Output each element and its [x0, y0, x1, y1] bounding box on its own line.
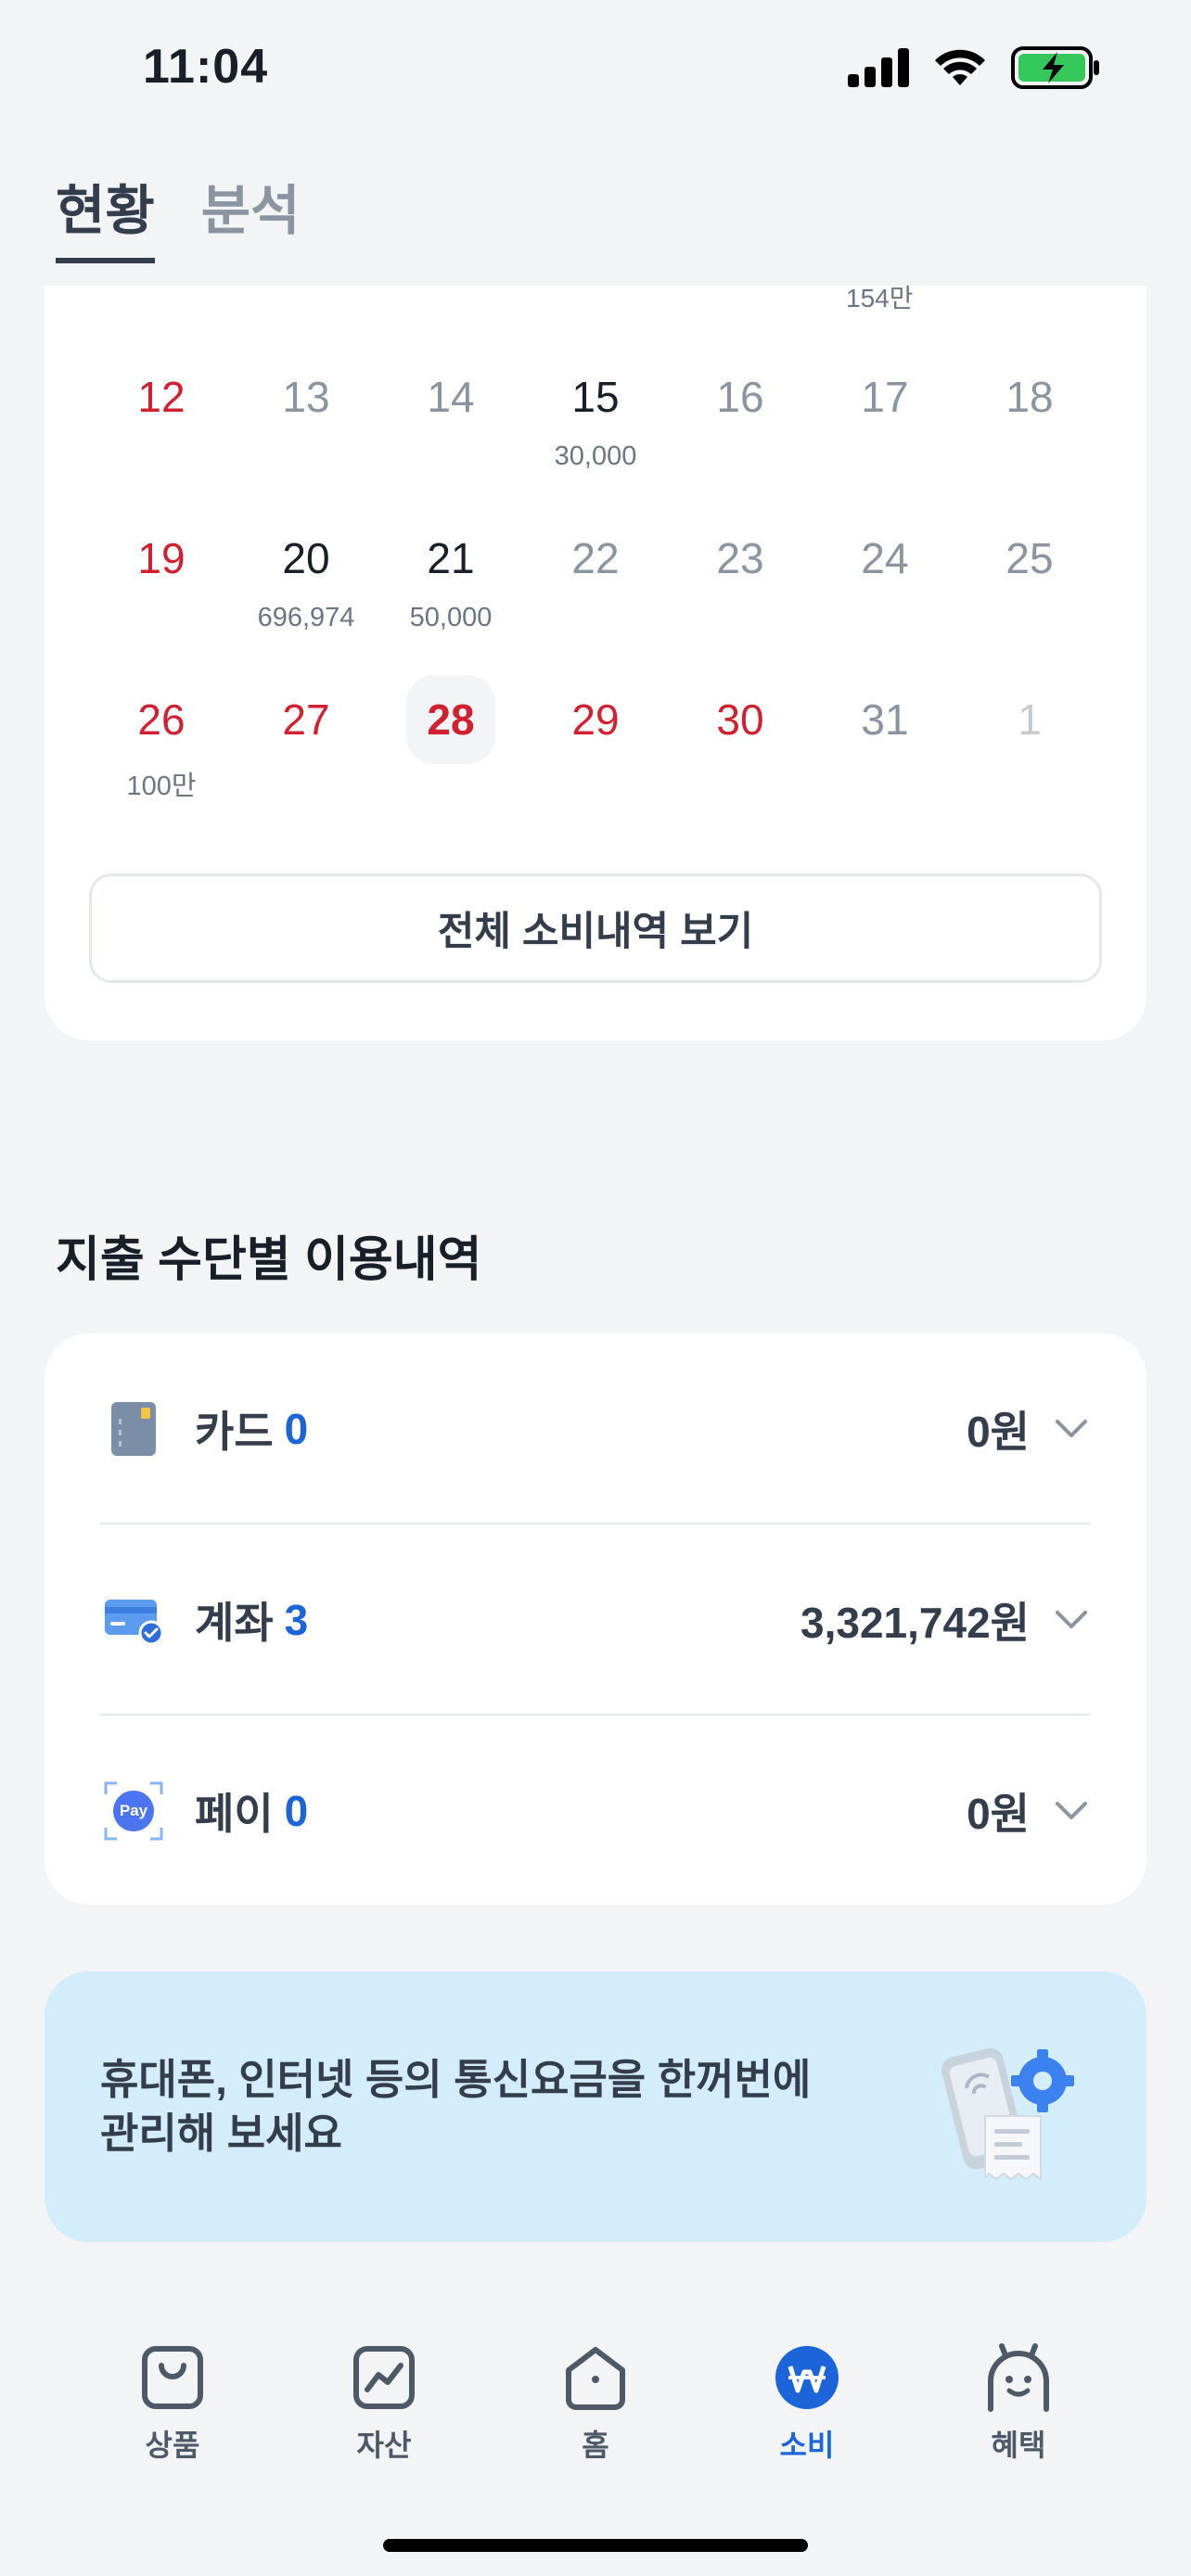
calendar-week-row: 12 13 14 15 30,000 16 17 18 [89, 352, 1102, 514]
method-row-pay[interactable]: Pay 페이 0 0원 [100, 1715, 1091, 1906]
pay-icon: Pay [100, 1778, 167, 1844]
wifi-icon [935, 49, 985, 85]
calendar-week-row: 19 20 696,974 21 50,000 22 23 24 25 [89, 514, 1102, 675]
section-title: 지출 수단별 이용내역 [56, 1233, 482, 1287]
chart-icon [347, 2340, 421, 2415]
chevron-down-icon [1052, 1792, 1091, 1830]
calendar-day[interactable]: 24 [813, 514, 957, 675]
method-count: 0 [284, 1405, 309, 1453]
method-amount: 0원 [967, 1790, 1030, 1838]
tab-home[interactable]: 홈 [521, 2340, 670, 2465]
calendar-day[interactable]: 17 [813, 352, 957, 514]
calendar-day[interactable]: 29 [523, 675, 668, 836]
calendar-week-row: 26 100만 27 28 29 30 31 1 [89, 675, 1102, 836]
benefit-icon [981, 2340, 1056, 2415]
calendar-day[interactable]: 1 [957, 675, 1102, 836]
won-icon [770, 2340, 844, 2415]
calendar-day-today[interactable]: 28 [378, 675, 523, 836]
method-count: 0 [284, 1787, 309, 1835]
top-tabs: 현황 분석 [56, 167, 300, 263]
chevron-down-icon [1052, 1600, 1091, 1639]
calendar-day[interactable]: 20 696,974 [234, 514, 378, 675]
method-count: 3 [284, 1596, 309, 1644]
account-icon [100, 1587, 167, 1653]
calendar-day[interactable]: 27 [234, 675, 378, 836]
calendar-day[interactable]: 23 [668, 514, 813, 675]
pay-icon-text: Pay [119, 1802, 148, 1819]
tab-status[interactable]: 현황 [56, 167, 155, 263]
calendar-day[interactable]: 22 [523, 514, 668, 675]
tab-products[interactable]: 상품 [98, 2340, 247, 2465]
tab-analysis[interactable]: 분석 [201, 167, 301, 263]
calendar-day[interactable]: 31 [813, 675, 957, 836]
status-icons [848, 46, 1100, 89]
telecom-banner[interactable]: 휴대폰, 인터넷 등의 통신요금을 한꺼번에 관리해 보세요 [45, 1971, 1146, 2242]
banner-text: 휴대폰, 인터넷 등의 통신요금을 한꺼번에 관리해 보세요 [100, 2056, 812, 2157]
method-label: 페이 [195, 1790, 274, 1838]
chevron-down-icon [1052, 1409, 1091, 1448]
method-amount: 0원 [967, 1408, 1030, 1456]
calendar-day[interactable]: 12 [89, 352, 234, 514]
home-icon [558, 2340, 633, 2415]
cellular-signal-icon [848, 48, 909, 87]
payment-methods-card: 카드 0 0원 계좌 3 3,321,742원 Pay 페이 0 0원 [45, 1333, 1146, 1905]
phone-bill-illustration [941, 2047, 1074, 2181]
calendar-day[interactable]: 16 [668, 352, 813, 514]
status-time: 11:04 [143, 40, 269, 94]
view-all-spending-button[interactable]: 전체 소비내역 보기 [89, 874, 1102, 983]
calendar-day[interactable]: 30 [668, 675, 813, 836]
card-icon [100, 1396, 167, 1462]
method-row-account[interactable]: 계좌 3 3,321,742원 [100, 1524, 1091, 1715]
calendar-card: 154만 12 13 14 15 30,000 16 17 18 19 20 696… [45, 286, 1146, 1040]
tab-spending[interactable]: 소비 [733, 2340, 881, 2465]
calendar-day[interactable]: 19 [89, 514, 234, 675]
bottom-tab-bar: 상품 자산 홈 소비 혜택 [0, 2298, 1191, 2576]
calendar-day[interactable]: 15 30,000 [523, 352, 668, 514]
battery-charging-icon [1011, 46, 1099, 89]
calendar-day[interactable]: 13 [234, 352, 378, 514]
bag-icon [135, 2340, 210, 2415]
calendar-day[interactable]: 18 [957, 352, 1102, 514]
calendar-cut-amount: 154만 [846, 286, 914, 312]
calendar-day[interactable]: 14 [378, 352, 523, 514]
tab-benefits[interactable]: 혜택 [944, 2340, 1093, 2465]
method-row-card[interactable]: 카드 0 0원 [100, 1333, 1091, 1524]
tab-assets[interactable]: 자산 [310, 2340, 458, 2465]
calendar-day[interactable]: 21 50,000 [378, 514, 523, 675]
calendar-day[interactable]: 26 100만 [89, 675, 234, 836]
method-amount: 3,321,742원 [800, 1599, 1030, 1647]
method-label: 카드 [195, 1408, 274, 1456]
home-indicator [383, 2539, 808, 2552]
method-label: 계좌 [195, 1599, 274, 1647]
status-bar: 11:04 [0, 0, 1191, 139]
calendar-day[interactable]: 25 [957, 514, 1102, 675]
